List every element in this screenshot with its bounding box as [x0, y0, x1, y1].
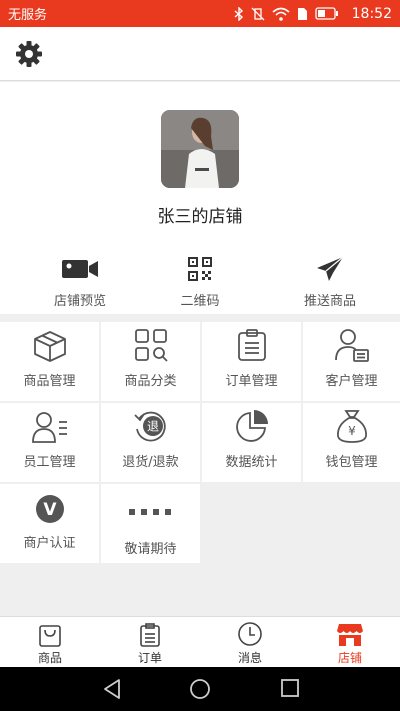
product-category-button[interactable]: 商品分类 [101, 322, 200, 401]
data-statistics-button[interactable]: 数据统计 [202, 403, 301, 482]
sim-card-icon [297, 7, 307, 20]
clipboard-icon [237, 329, 266, 361]
tab-orders[interactable]: 订单 [100, 617, 200, 668]
push-products-button[interactable]: 推送商品 [270, 254, 390, 309]
box-icon [33, 331, 66, 362]
tab-label: 店铺 [337, 651, 362, 665]
tab-label: 消息 [237, 651, 262, 665]
shop-name: 张三的店铺 [157, 207, 243, 227]
merchant-verification-button[interactable]: V 商户认证 [0, 484, 99, 563]
money-bag-icon: ¥ [336, 410, 367, 443]
top-bar [0, 27, 400, 81]
pie-chart-icon [235, 410, 268, 442]
grid-item-label: 商品分类 [124, 374, 177, 389]
home-icon[interactable] [189, 678, 211, 700]
grid-item-label: 订单管理 [225, 374, 278, 389]
grid-item-label: 员工管理 [23, 455, 76, 470]
currency-badge-text: ¥ [348, 424, 356, 438]
shopping-bag-icon [39, 625, 61, 647]
category-icon [134, 329, 168, 362]
vibrate-off-icon [251, 7, 265, 20]
refund-icon: 退 [133, 411, 166, 442]
wallet-management-button[interactable]: ¥ 钱包管理 [303, 403, 400, 482]
tab-store[interactable]: 店铺 [300, 617, 400, 668]
coming-soon-item[interactable]: 敬请期待 [101, 484, 200, 563]
recents-icon[interactable] [280, 678, 300, 698]
order-management-button[interactable]: 订单管理 [202, 322, 301, 401]
tab-messages[interactable]: 消息 [200, 617, 300, 668]
grid-item-label: 敬请期待 [124, 542, 177, 557]
bluetooth-icon [234, 6, 243, 21]
returns-refunds-button[interactable]: 退 退货/退款 [101, 403, 200, 482]
tab-products[interactable]: 商品 [0, 617, 100, 668]
more-dots-icon [128, 509, 171, 515]
staff-management-button[interactable]: 员工管理 [0, 403, 99, 482]
product-management-button[interactable]: 商品管理 [0, 322, 99, 401]
customer-icon [334, 329, 369, 362]
grid-item-label: 商户认证 [23, 536, 76, 551]
back-icon[interactable] [102, 678, 122, 700]
verify-icon: V [35, 495, 64, 523]
gear-icon[interactable] [14, 39, 44, 69]
store-preview-button[interactable]: 店铺预览 [20, 254, 140, 309]
qr-code-button[interactable]: 二维码 [140, 254, 260, 309]
quick-action-label: 店铺预览 [53, 294, 106, 309]
avatar-photo [161, 110, 239, 188]
qr-code-icon [188, 257, 212, 281]
customer-management-button[interactable]: 客户管理 [303, 322, 400, 401]
clock-icon [238, 622, 262, 646]
order-list-icon [140, 623, 160, 647]
grid-item-label: 客户管理 [325, 374, 378, 389]
bottom-tab-bar: 商品 订单 消息 店铺 [0, 616, 400, 667]
video-camera-icon [62, 260, 98, 278]
carrier-label: 无服务 [8, 8, 48, 23]
verify-badge-text: V [43, 500, 57, 520]
quick-action-label: 推送商品 [303, 294, 356, 309]
wifi-icon [272, 7, 290, 21]
paper-plane-icon [317, 256, 344, 281]
refund-badge-text: 退 [146, 420, 158, 434]
quick-action-label: 二维码 [180, 294, 220, 309]
status-bar: 无服务 18:52 [0, 0, 400, 27]
clock-time: 18:52 [351, 5, 392, 22]
store-icon [337, 624, 363, 646]
grid-item-label: 退货/退款 [122, 455, 179, 470]
system-nav-bar [0, 667, 400, 711]
shop-avatar[interactable] [161, 110, 239, 188]
grid-item-label: 数据统计 [225, 455, 278, 470]
staff-icon [31, 412, 67, 443]
tab-label: 订单 [137, 651, 162, 665]
grid-item-label: 钱包管理 [325, 455, 378, 470]
battery-icon [314, 7, 338, 20]
grid-item-label: 商品管理 [23, 374, 76, 389]
shop-profile: 张三的店铺 店铺预览 二维码 推送商品 [0, 82, 400, 314]
tab-label: 商品 [37, 651, 62, 665]
